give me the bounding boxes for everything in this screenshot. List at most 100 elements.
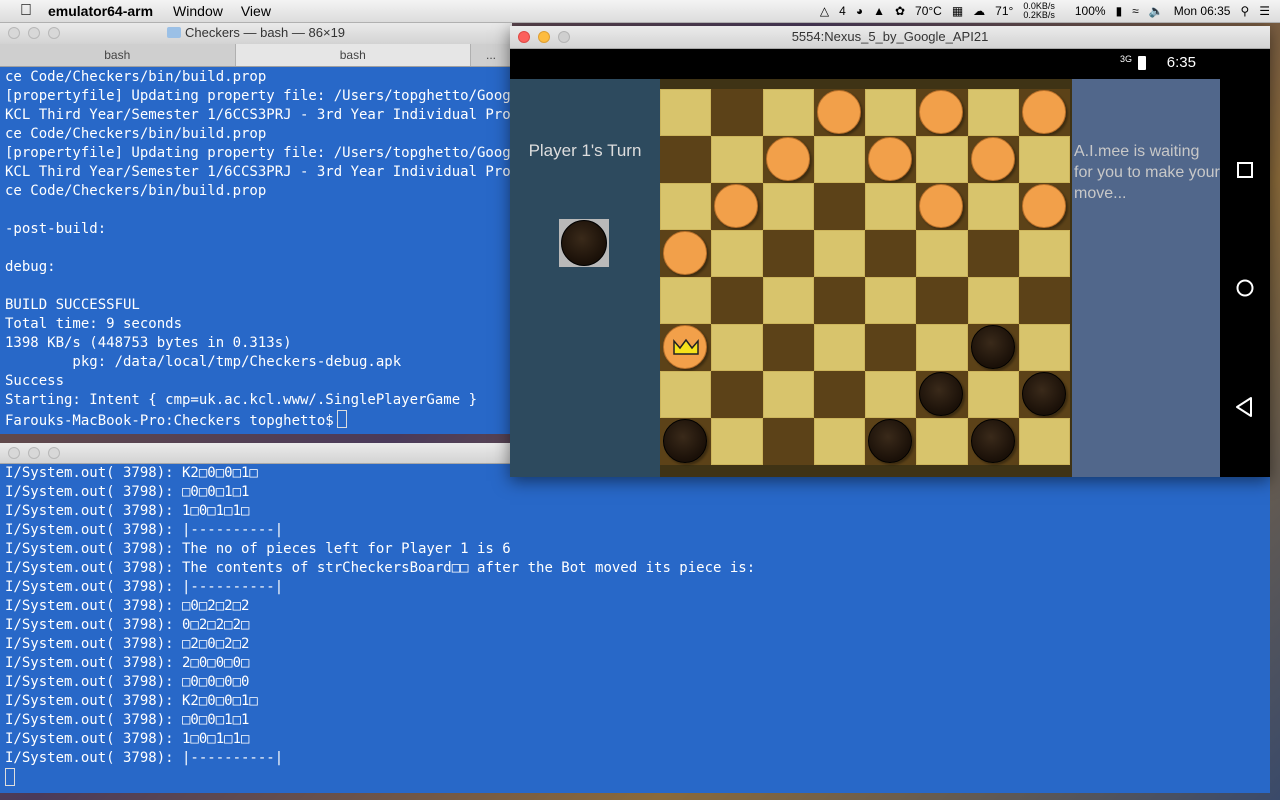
board-square[interactable]	[916, 89, 968, 136]
orange-piece[interactable]	[765, 137, 810, 181]
board-square[interactable]	[660, 277, 712, 324]
notification-count[interactable]: 4	[839, 4, 846, 18]
board-square[interactable]	[1018, 136, 1070, 183]
board-square[interactable]	[762, 136, 814, 183]
board-square[interactable]	[660, 418, 712, 465]
wifi-icon[interactable]: ≈	[1132, 4, 1139, 18]
board-square[interactable]	[813, 371, 865, 418]
board-square[interactable]	[762, 371, 814, 418]
notification-center-icon[interactable]: ☰	[1259, 4, 1270, 18]
tab-bash-2[interactable]: bash	[235, 44, 471, 66]
spotlight-search-icon[interactable]: ⚲	[1240, 4, 1249, 18]
board-square[interactable]	[813, 324, 865, 371]
dark-piece[interactable]	[868, 419, 912, 463]
apple-menu-icon[interactable]: 	[20, 3, 36, 19]
board-square[interactable]	[660, 183, 712, 230]
orange-piece[interactable]	[970, 137, 1015, 181]
dark-piece[interactable]	[970, 419, 1015, 463]
minimize-button[interactable]	[28, 27, 40, 39]
tab-overflow[interactable]: ...	[471, 44, 512, 66]
board-square[interactable]	[813, 277, 865, 324]
weather-icon[interactable]: ☁	[973, 4, 985, 18]
board-square[interactable]	[660, 89, 712, 136]
dark-piece[interactable]	[663, 419, 707, 463]
network-speed[interactable]: 0.0KB/s 0.2KB/s	[1023, 2, 1065, 20]
board-square[interactable]	[711, 418, 763, 465]
board-square[interactable]	[660, 230, 712, 277]
close-button[interactable]	[8, 27, 20, 39]
checkers-board[interactable]	[660, 89, 1070, 465]
emulator-zoom-button[interactable]	[558, 31, 570, 43]
calculator-icon[interactable]: ▦	[952, 4, 963, 18]
board-square[interactable]	[1018, 183, 1070, 230]
terminal-titlebar[interactable]: Checkers — bash — 86×19	[0, 22, 512, 45]
cpu-temp[interactable]: 70°C	[915, 4, 942, 18]
logcat-output[interactable]: I/System.out( 3798): K2□0□0□1□ I/System.o…	[5, 464, 1265, 787]
dark-piece[interactable]	[1021, 372, 1066, 416]
app-menu-name[interactable]: emulator64-arm	[48, 3, 153, 19]
dark-piece[interactable]	[919, 372, 964, 416]
board-square[interactable]	[916, 136, 968, 183]
board-square[interactable]	[967, 371, 1019, 418]
board-square[interactable]	[865, 136, 917, 183]
board-square[interactable]	[1018, 324, 1070, 371]
board-square[interactable]	[1018, 230, 1070, 277]
board-square[interactable]	[916, 371, 968, 418]
board-square[interactable]	[865, 418, 917, 465]
board-square[interactable]	[1018, 277, 1070, 324]
volume-icon[interactable]: 🔈	[1149, 4, 1164, 18]
board-square[interactable]	[967, 183, 1019, 230]
board-square[interactable]	[762, 418, 814, 465]
board-square[interactable]	[762, 89, 814, 136]
orange-piece[interactable]	[663, 231, 707, 275]
board-square[interactable]	[711, 89, 763, 136]
menu-view[interactable]: View	[241, 3, 271, 19]
battery-percent[interactable]: 100%	[1075, 4, 1106, 18]
weather-temp[interactable]: 71°	[995, 4, 1013, 18]
board-square[interactable]	[711, 136, 763, 183]
cloud-icon[interactable]: ▲	[873, 4, 885, 18]
board-square[interactable]	[762, 324, 814, 371]
dark-piece[interactable]	[970, 325, 1015, 369]
orange-piece[interactable]	[714, 184, 759, 228]
minimize-button-2[interactable]	[28, 447, 40, 459]
zoom-button-2[interactable]	[48, 447, 60, 459]
zoom-button[interactable]	[48, 27, 60, 39]
board-square[interactable]	[916, 183, 968, 230]
board-square[interactable]	[916, 324, 968, 371]
board-square[interactable]	[1018, 371, 1070, 418]
board-square[interactable]	[916, 230, 968, 277]
board-square[interactable]	[1018, 89, 1070, 136]
board-square[interactable]	[865, 89, 917, 136]
board-square[interactable]	[711, 183, 763, 230]
board-square[interactable]	[1018, 418, 1070, 465]
board-square[interactable]	[660, 324, 712, 371]
board-square[interactable]	[967, 230, 1019, 277]
orange-piece[interactable]	[1021, 90, 1066, 134]
board-square[interactable]	[711, 371, 763, 418]
board-square[interactable]	[762, 183, 814, 230]
board-square[interactable]	[865, 183, 917, 230]
board-square[interactable]	[813, 230, 865, 277]
fan-icon[interactable]: ✿	[895, 4, 905, 18]
board-square[interactable]	[865, 324, 917, 371]
back-icon[interactable]	[1232, 394, 1258, 420]
board-square[interactable]	[916, 277, 968, 324]
clock[interactable]: Mon 06:35	[1174, 4, 1231, 18]
board-square[interactable]	[916, 418, 968, 465]
board-square[interactable]	[813, 418, 865, 465]
orange-piece[interactable]	[919, 184, 964, 228]
board-square[interactable]	[967, 324, 1019, 371]
board-square[interactable]	[762, 230, 814, 277]
board-square[interactable]	[711, 324, 763, 371]
board-square[interactable]	[967, 89, 1019, 136]
tab-bash-1[interactable]: bash	[0, 44, 236, 66]
home-icon[interactable]	[1232, 275, 1258, 301]
emulator-minimize-button[interactable]	[538, 31, 550, 43]
emulator-close-button[interactable]	[518, 31, 530, 43]
menu-window[interactable]: Window	[173, 3, 223, 19]
orange-piece[interactable]	[919, 90, 964, 134]
headphones-icon[interactable]: ◕	[856, 4, 863, 18]
orange-piece[interactable]	[868, 137, 912, 181]
board-square[interactable]	[865, 230, 917, 277]
